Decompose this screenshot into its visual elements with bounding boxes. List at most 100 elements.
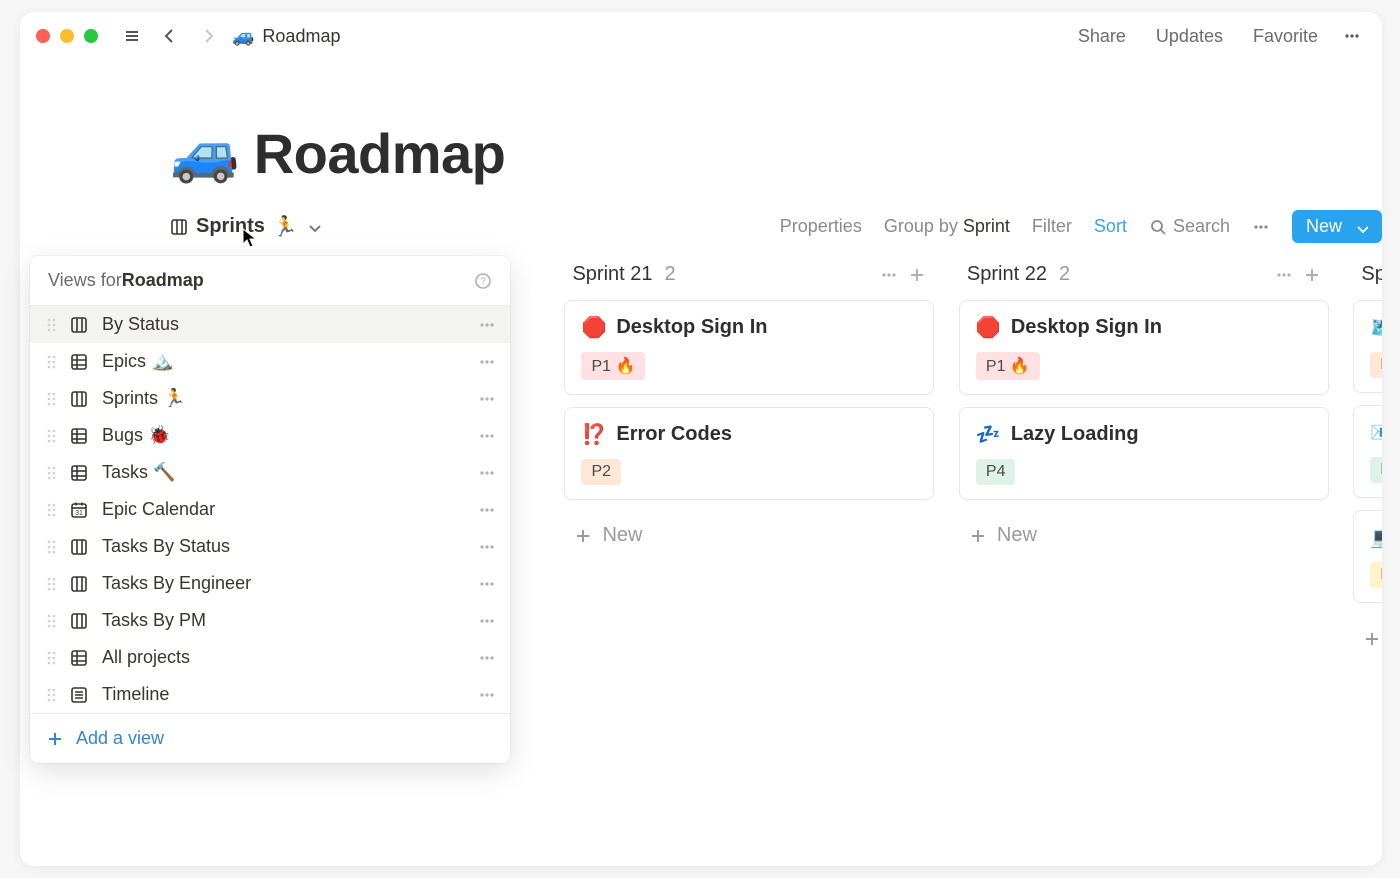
card-title: Lazy Loading [1011,423,1139,446]
table-icon [70,427,90,445]
minimize-window-button[interactable] [60,29,74,43]
column-title[interactable]: Sprint 21 [572,263,652,286]
search-button[interactable]: Search [1149,216,1230,237]
new-button-label: New [1306,216,1342,237]
window-controls [36,29,98,43]
view-item-more-button[interactable] [478,501,496,519]
view-item[interactable]: Tasks By PM [30,602,510,639]
page-more-button[interactable] [1338,22,1366,50]
table-icon [70,353,90,371]
board-icon [70,575,90,593]
group-by-button[interactable]: Group by Sprint [884,216,1010,237]
board-card[interactable]: 🛑 Desktop Sign In P1 🔥 [564,300,934,395]
card-emoji: 🗺️ [1370,315,1382,340]
drag-handle-icon[interactable] [44,353,58,371]
view-item[interactable]: Epic Calendar [30,491,510,528]
properties-button[interactable]: Properties [780,216,862,237]
page-icon[interactable]: 🚙 [170,120,240,186]
card-title: Error Codes [616,423,732,446]
add-card-button[interactable]: New [959,512,1329,559]
board-card[interactable]: ⁉️ Error Codes P2 [564,407,934,500]
card-emoji: 💻 [1370,525,1382,550]
filter-button[interactable]: Filter [1032,216,1072,237]
view-item-more-button[interactable] [478,316,496,334]
view-item[interactable]: Tasks By Engineer [30,565,510,602]
board-card[interactable]: 💻 P3 [1353,510,1382,603]
view-item-more-button[interactable] [478,686,496,704]
view-item-label: Tasks By PM [102,610,206,631]
board-icon [70,612,90,630]
breadcrumb[interactable]: 🚙 Roadmap [232,26,340,47]
chevron-down-icon [306,219,322,235]
drag-handle-icon[interactable] [44,538,58,556]
add-view-button[interactable]: Add a view [46,728,494,749]
drag-handle-icon[interactable] [44,316,58,334]
nav-back-button[interactable] [156,22,184,50]
card-emoji: 🛑 [976,315,1001,340]
view-item-more-button[interactable] [478,390,496,408]
help-icon[interactable] [474,272,492,290]
view-item[interactable]: Tasks 🔨 [30,454,510,491]
view-picker-label: Sprints [196,215,265,238]
fullscreen-window-button[interactable] [84,29,98,43]
add-card-label: New [997,524,1037,547]
add-card-button[interactable]: N [1353,615,1382,662]
search-label: Search [1173,216,1230,237]
plus-icon [969,527,987,545]
view-picker[interactable]: Sprints 🏃 [170,214,322,239]
list-icon [70,686,90,704]
drag-handle-icon[interactable] [44,464,58,482]
view-item[interactable]: Bugs 🐞 [30,417,510,454]
column-add-button[interactable] [1303,266,1321,284]
priority-badge: P3 [1370,562,1382,588]
add-card-button[interactable]: New [564,512,934,559]
drag-handle-icon[interactable] [44,390,58,408]
drag-handle-icon[interactable] [44,612,58,630]
updates-button[interactable]: Updates [1146,22,1233,51]
favorite-button[interactable]: Favorite [1243,22,1328,51]
view-item[interactable]: Timeline [30,676,510,713]
view-item-more-button[interactable] [478,649,496,667]
card-emoji: 📧 [1370,420,1382,445]
column-more-button[interactable] [880,266,898,284]
share-button[interactable]: Share [1068,22,1136,51]
view-item[interactable]: All projects [30,639,510,676]
drag-handle-icon[interactable] [44,501,58,519]
view-item-more-button[interactable] [478,464,496,482]
view-item-more-button[interactable] [478,612,496,630]
view-item[interactable]: Epics 🏔️ [30,343,510,380]
card-title: Desktop Sign In [616,316,767,339]
nav-forward-button[interactable] [194,22,222,50]
column-count: 2 [665,263,676,286]
view-item-more-button[interactable] [478,353,496,371]
drag-handle-icon[interactable] [44,649,58,667]
view-item-more-button[interactable] [478,538,496,556]
toolbar-more-button[interactable] [1252,218,1270,236]
view-item-more-button[interactable] [478,575,496,593]
view-item[interactable]: By Status [30,306,510,343]
close-window-button[interactable] [36,29,50,43]
column-title[interactable]: Sprint 22 [967,263,1047,286]
board-card[interactable]: 🛑 Desktop Sign In P1 🔥 [959,300,1329,395]
add-view-label: Add a view [76,728,164,749]
view-item-more-button[interactable] [478,427,496,445]
view-item[interactable]: Tasks By Status [30,528,510,565]
board-card[interactable]: 🗺️ P2 [1353,300,1382,393]
sort-button[interactable]: Sort [1094,216,1127,237]
column-count: 2 [1059,263,1070,286]
board-card[interactable]: 💤 Lazy Loading P4 [959,407,1329,500]
view-item[interactable]: Sprints 🏃 [30,380,510,417]
hamburger-menu-button[interactable] [118,22,146,50]
column-more-button[interactable] [1275,266,1293,284]
drag-handle-icon[interactable] [44,427,58,445]
board-card[interactable]: 📧 P4 [1353,405,1382,498]
column-add-button[interactable] [908,266,926,284]
drag-handle-icon[interactable] [44,575,58,593]
column-title[interactable]: Spri [1361,263,1382,286]
new-button[interactable]: New [1292,210,1382,243]
table-icon [70,464,90,482]
breadcrumb-icon: 🚙 [232,26,254,47]
page-header: 🚙 Roadmap [20,80,1382,210]
page-title[interactable]: Roadmap [254,121,506,186]
drag-handle-icon[interactable] [44,686,58,704]
